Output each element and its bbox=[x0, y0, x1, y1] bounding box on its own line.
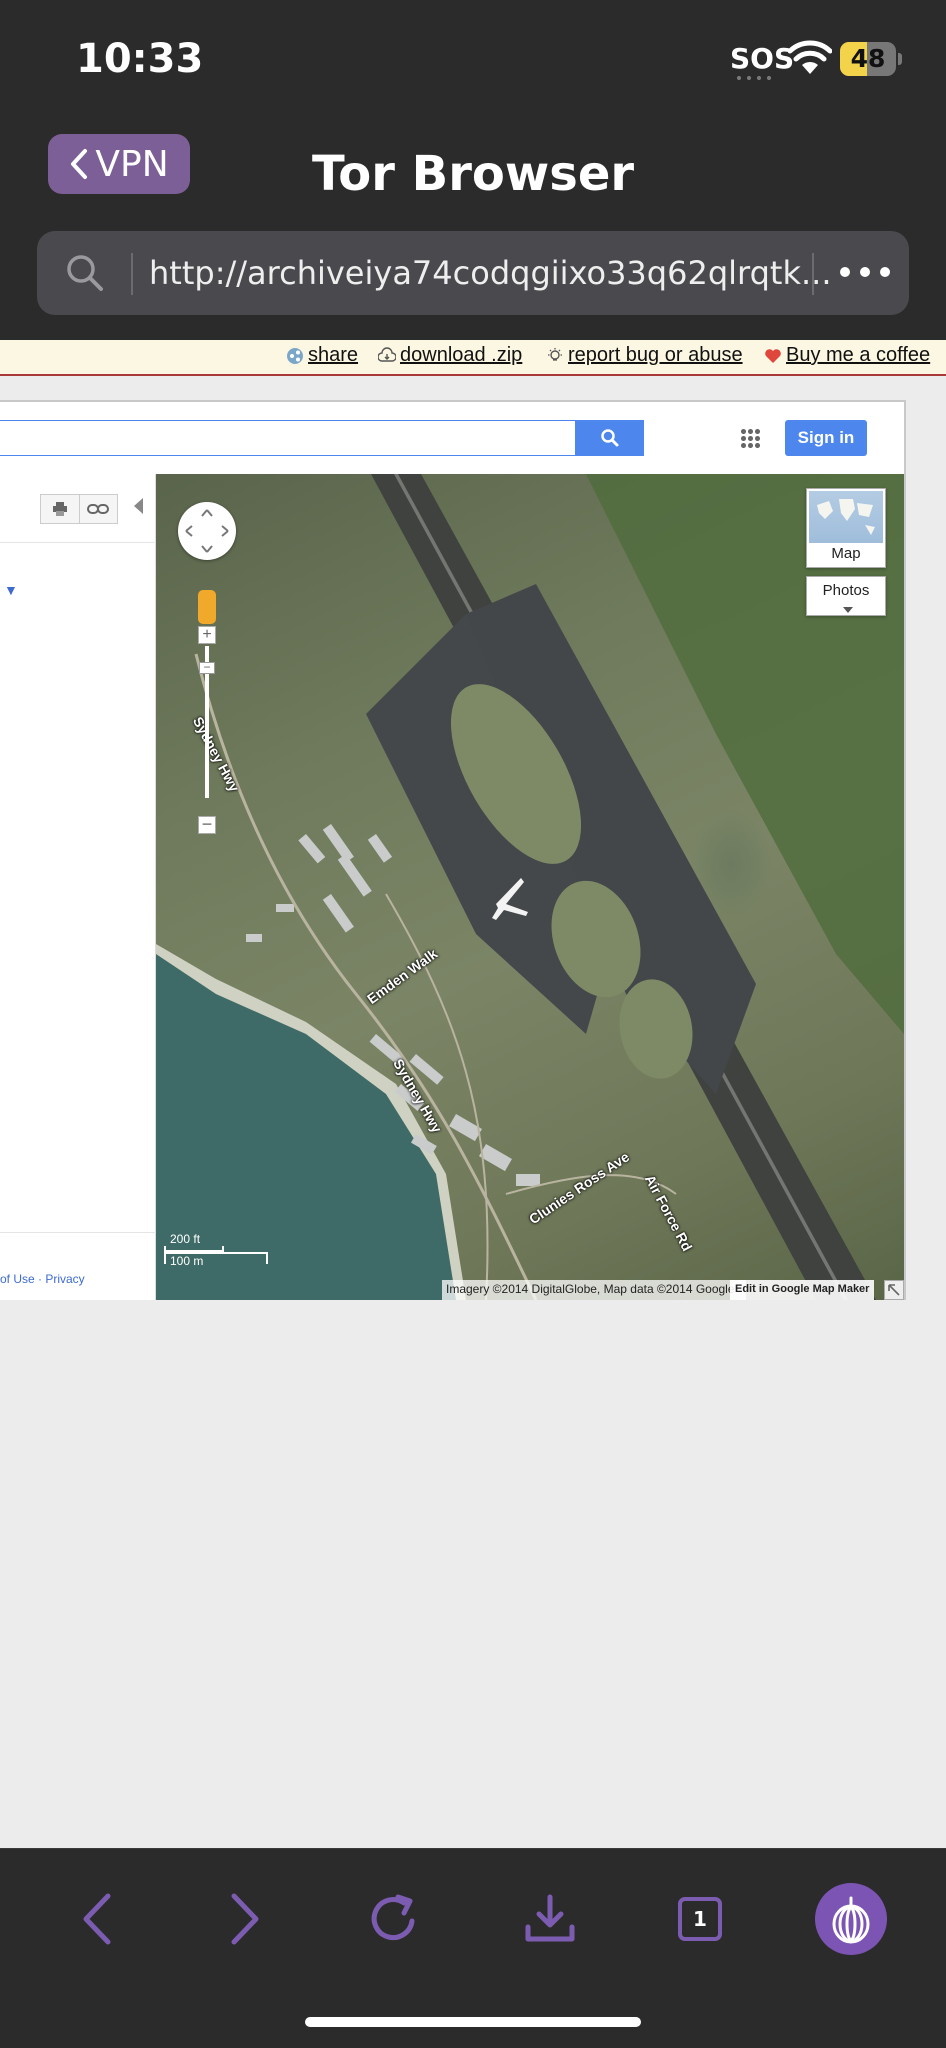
pan-arrows-icon bbox=[185, 509, 229, 553]
cloud-download-icon bbox=[378, 346, 396, 362]
archive-toolbar: share download .zip report bug or abuse … bbox=[0, 340, 946, 376]
map-type-label: Map bbox=[831, 545, 861, 562]
download-icon bbox=[525, 1894, 575, 1942]
share-link[interactable]: share bbox=[286, 344, 358, 367]
more-options-icon[interactable] bbox=[837, 257, 893, 287]
zoom-slider-handle[interactable]: − bbox=[199, 661, 215, 674]
maps-side-panel: ▼ of Use · Privacy bbox=[0, 474, 156, 1300]
map-attribution: Imagery ©2014 DigitalGlobe, Map data ©20… bbox=[442, 1280, 746, 1300]
print-icon[interactable] bbox=[41, 495, 80, 523]
report-bug-label: report bug or abuse bbox=[568, 344, 743, 366]
url-input[interactable]: http://archiveiya74codqgiixo33q62qlrqtk.… bbox=[149, 251, 849, 295]
world-map-thumbnail bbox=[809, 491, 883, 543]
url-divider bbox=[812, 253, 814, 295]
page-title: Tor Browser bbox=[311, 146, 635, 202]
heart-icon bbox=[765, 348, 781, 363]
forward-button[interactable] bbox=[208, 1883, 280, 1955]
sos-indicator: SOS bbox=[730, 42, 795, 75]
battery-icon: 48 bbox=[840, 42, 902, 76]
tabs-button[interactable]: 1 bbox=[664, 1883, 736, 1955]
satellite-imagery bbox=[156, 474, 904, 1300]
buy-coffee-link[interactable]: Buy me a coffee bbox=[764, 344, 930, 367]
zoom-out-button[interactable]: − bbox=[198, 815, 216, 834]
chevron-left-icon bbox=[83, 1893, 111, 1945]
chevron-right-icon bbox=[231, 1893, 259, 1945]
edit-map-maker-link[interactable]: Edit in Google Map Maker bbox=[730, 1280, 875, 1300]
expand-corner-icon[interactable] bbox=[884, 1280, 904, 1300]
share-icon bbox=[287, 347, 303, 364]
photos-label: Photos bbox=[822, 582, 870, 599]
bulb-icon bbox=[548, 347, 562, 361]
maps-search-button[interactable] bbox=[576, 420, 644, 456]
pan-control[interactable] bbox=[178, 502, 236, 560]
maps-search-input[interactable] bbox=[0, 420, 576, 456]
tor-onion-button[interactable] bbox=[815, 1883, 887, 1955]
link-icon[interactable] bbox=[80, 495, 118, 523]
panel-tools bbox=[40, 494, 118, 524]
tab-count: 1 bbox=[678, 1897, 722, 1941]
chevron-down-icon bbox=[843, 607, 853, 613]
dropdown-arrow-icon[interactable]: ▼ bbox=[4, 582, 18, 598]
satellite-map[interactable]: Sydney Hwy Emden Walk Sydney Hwy Clunies… bbox=[156, 474, 904, 1300]
wifi-icon bbox=[788, 40, 832, 74]
home-indicator bbox=[305, 2017, 641, 2027]
download-zip-label: download .zip bbox=[400, 344, 523, 366]
downloads-button[interactable] bbox=[514, 1883, 586, 1955]
zoom-in-button[interactable]: + bbox=[198, 626, 216, 644]
divider bbox=[0, 1232, 156, 1233]
scale-feet: 200 ft bbox=[170, 1232, 201, 1246]
reload-button[interactable] bbox=[358, 1883, 430, 1955]
map-scale: 200 ft 100 m bbox=[162, 1232, 272, 1272]
buy-coffee-label: Buy me a coffee bbox=[786, 344, 931, 366]
url-bar[interactable]: http://archiveiya74codqgiixo33q62qlrqtk.… bbox=[37, 231, 909, 315]
search-icon bbox=[601, 429, 619, 447]
search-icon bbox=[67, 255, 103, 291]
terms-privacy-links[interactable]: of Use · Privacy bbox=[0, 1272, 85, 1286]
collapse-panel-icon[interactable] bbox=[134, 498, 143, 514]
pegman-icon[interactable] bbox=[198, 590, 216, 624]
photos-button[interactable]: Photos bbox=[806, 576, 886, 616]
browser-bottom-toolbar: 1 bbox=[0, 1848, 946, 2048]
archived-page-frame: Sign in ▼ of Use · Privacy Sydney Hwy Em… bbox=[0, 400, 906, 1300]
apps-grid-icon[interactable] bbox=[740, 428, 760, 448]
browser-top-chrome: 10:33 SOS 48 VPN Tor Browser http://arch… bbox=[0, 0, 946, 340]
report-bug-link[interactable]: report bug or abuse bbox=[546, 344, 743, 367]
onion-icon bbox=[815, 1883, 887, 1955]
map-type-toggle[interactable]: Map bbox=[806, 488, 886, 568]
battery-percent: 48 bbox=[850, 44, 886, 73]
reload-icon bbox=[371, 1894, 415, 1941]
download-zip-link[interactable]: download .zip bbox=[378, 344, 522, 367]
divider bbox=[0, 542, 156, 543]
share-label: share bbox=[308, 344, 359, 366]
scale-meters: 100 m bbox=[170, 1254, 204, 1268]
status-time: 10:33 bbox=[76, 36, 204, 82]
sign-in-button[interactable]: Sign in bbox=[785, 420, 867, 456]
signal-dots-icon bbox=[734, 76, 774, 80]
url-divider bbox=[131, 253, 133, 295]
back-button[interactable] bbox=[62, 1883, 134, 1955]
